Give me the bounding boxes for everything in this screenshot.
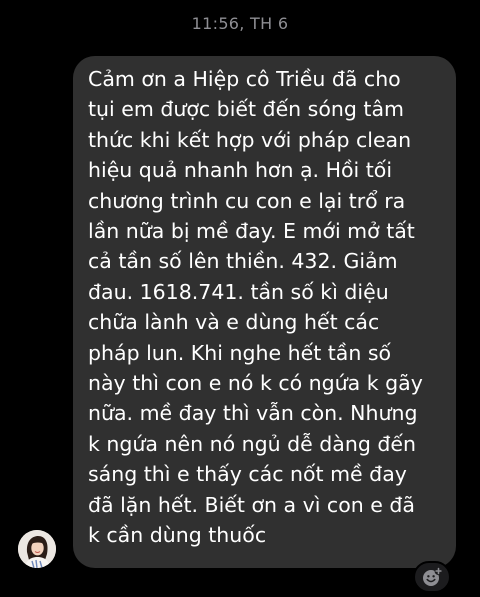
message-text-line: cả tần số lên thiền. 432. Giảm — [88, 249, 398, 274]
message-text-line: lần nữa bị mề đay. E mới mở tất — [88, 219, 415, 244]
message-text-line: nữa. mề đay thì vẫn còn. Nhưng — [88, 401, 418, 426]
message-bubble[interactable]: Cảm ơn a Hiệp cô Triều đã cho tụi em đượ… — [73, 56, 456, 568]
message-text-line: đã lặn hết. Biết ơn a vì con e đã — [88, 492, 415, 517]
message-text-line: k cần dùng thuốc — [88, 523, 267, 548]
message-timestamp: 11:56, TH 6 — [191, 14, 289, 33]
message-text-line: chương trình cu con e lại trổ ra — [88, 188, 406, 213]
message-text-line: k ngứa nên nó ngủ dễ dàng đến — [88, 431, 416, 456]
message-text-line: hiệu quả nhanh hơn ạ. Hồi tối — [88, 158, 393, 183]
add-reaction-button[interactable] — [413, 561, 451, 593]
user-avatar-icon — [18, 530, 56, 568]
message-text-line: thức khi kết hợp với pháp clean — [88, 127, 412, 152]
add-reaction-icon — [423, 567, 443, 586]
sender-avatar[interactable] — [18, 530, 56, 568]
message-text-line: này thì con e nó k có ngứa k gãy — [88, 371, 423, 396]
message-text-line: chữa lành và e dùng hết các — [88, 310, 380, 335]
message-text-line: tụi em được biết đến sóng tâm — [88, 97, 404, 122]
message-text-line: sáng thì e thấy các nốt mề đay — [88, 462, 407, 487]
message-text-line: Cảm ơn a Hiệp cô Triều đã cho — [88, 67, 401, 91]
message-text-line: pháp lun. Khi nghe hết tần số — [88, 340, 392, 365]
message-text-line: đau. 1618.741. tần số kì diệu — [88, 279, 389, 304]
